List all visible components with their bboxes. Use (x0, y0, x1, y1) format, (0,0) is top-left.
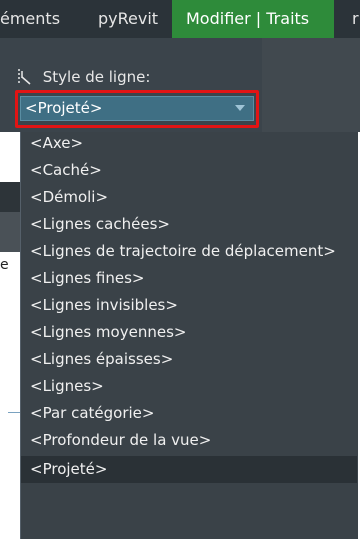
ribbon-tab-bar: éments pyRevit Modifier | Traits r (0, 0, 360, 38)
style-label: Style de ligne: (42, 68, 151, 86)
dropdown-item-par-categorie[interactable]: <Par catégorie> (21, 402, 357, 425)
tab-partial-right[interactable]: r (352, 0, 359, 38)
dropdown-item-lignes-epaisses[interactable]: <Lignes épaisses> (21, 348, 357, 371)
dropdown-item-lignes-invisibles[interactable]: <Lignes invisibles> (21, 294, 357, 317)
style-label-row: Style de ligne: (16, 66, 150, 88)
background-toolbar-strip (0, 182, 22, 212)
tab-pyrevit[interactable]: pyRevit (98, 0, 158, 38)
line-style-icon (16, 67, 34, 85)
tab-elements[interactable]: éments (0, 0, 60, 38)
dropdown-item-lignes-fines[interactable]: <Lignes fines> (21, 267, 357, 290)
dropdown-item-cache[interactable]: <Caché> (21, 159, 357, 182)
background-canvas (0, 132, 22, 182)
background-text-fragment: e (0, 257, 9, 273)
panel-right-section (262, 38, 360, 132)
tab-modifier-traits[interactable]: Modifier | Traits (172, 0, 334, 38)
dropdown-item-demoli[interactable]: <Démoli> (21, 186, 357, 209)
line-style-dropdown-list: <Axe> <Caché> <Démoli> <Lignes cachées> … (20, 132, 358, 539)
background-panel-strip (0, 212, 22, 252)
dropdown-item-lignes-trajectoire[interactable]: <Lignes de trajectoire de déplacement> (21, 240, 357, 263)
dropdown-item-axe[interactable]: <Axe> (21, 132, 357, 155)
dropdown-item-profondeur-vue[interactable]: <Profondeur de la vue> (21, 429, 357, 452)
dropdown-item-lignes-moyennes[interactable]: <Lignes moyennes> (21, 321, 357, 344)
dropdown-item-projete[interactable]: <Projeté> (21, 456, 357, 483)
highlight-box (15, 90, 259, 128)
dropdown-item-lignes-cachees[interactable]: <Lignes cachées> (21, 213, 357, 236)
dropdown-item-lignes[interactable]: <Lignes> (21, 375, 357, 398)
